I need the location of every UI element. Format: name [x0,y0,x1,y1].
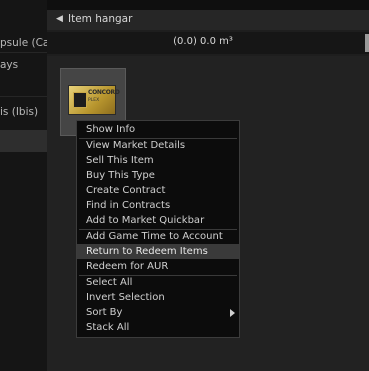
menu-item-show-info[interactable]: Show Info [77,122,239,137]
menu-item-create-contract[interactable]: Create Contract [77,183,239,198]
sidebar-item-label: is (Ibis) [0,106,39,118]
card-chip [73,92,87,108]
menu-item-label: Invert Selection [86,292,165,303]
plex-card-icon: CONCORD PLEX [68,85,120,115]
menu-item-label: Buy This Type [86,170,155,181]
sidebar-item-label: psule (Ca [0,37,47,49]
sidebar-item-active[interactable] [0,130,47,152]
menu-item-label: Add Game Time to Account [86,231,223,242]
menu-item-stack-all[interactable]: Stack All [77,320,239,335]
volume-bar: (0.0) 0.0 m³ [47,32,369,54]
menu-item-label: Sort By [86,307,123,318]
volume-readout: (0.0) 0.0 m³ [173,36,233,47]
menu-item-add-game-time[interactable]: Add Game Time to Account [77,229,239,244]
menu-item-label: Return to Redeem Items [86,246,208,257]
menu-item-label: Redeem for AUR [86,261,169,272]
menu-item-label: Sell This Item [86,155,154,166]
menu-item-sort-by[interactable]: Sort By [77,305,239,320]
menu-item-label: Select All [86,277,133,288]
menu-item-find-in-contracts[interactable]: Find in Contracts [77,198,239,213]
collapse-caret-icon[interactable]: ◀ [56,14,63,24]
menu-item-label: Stack All [86,322,130,333]
card-logo-text: CONCORD [88,89,120,96]
sidebar-item-ibis[interactable]: is (Ibis) [0,106,47,120]
sidebar: psule (Ca ays is (Ibis) [0,0,47,371]
sidebar-item-capsule[interactable]: psule (Ca [0,37,47,51]
menu-item-select-all[interactable]: Select All [77,275,239,290]
sidebar-item-label: ays [0,59,19,71]
submenu-arrow-icon [230,309,235,317]
menu-item-label: Create Contract [86,185,166,196]
menu-item-add-to-market-quickbar[interactable]: Add to Market Quickbar [77,213,239,228]
menu-item-return-to-redeem[interactable]: Return to Redeem Items [77,244,239,259]
menu-item-buy-this-type[interactable]: Buy This Type [77,168,239,183]
menu-item-label: Find in Contracts [86,200,171,211]
sidebar-item-days[interactable]: ays [0,59,47,73]
menu-item-label: Add to Market Quickbar [86,215,205,226]
menu-item-label: Show Info [86,124,136,135]
volume-scroll-handle[interactable] [365,34,369,52]
menu-item-label: View Market Details [86,140,186,151]
menu-item-view-market-details[interactable]: View Market Details [77,138,239,153]
menu-item-invert-selection[interactable]: Invert Selection [77,290,239,305]
window-title: Item hangar [68,13,133,25]
menu-item-redeem-for-aur[interactable]: Redeem for AUR [77,259,239,274]
card-sub-text: PLEX [88,98,100,103]
sidebar-divider [0,96,47,97]
menu-item-sell-this-item[interactable]: Sell This Item [77,153,239,168]
sidebar-divider [0,52,47,53]
window-titlebar[interactable]: ◀ Item hangar [47,10,369,30]
context-menu: Show Info View Market Details Sell This … [76,120,240,338]
